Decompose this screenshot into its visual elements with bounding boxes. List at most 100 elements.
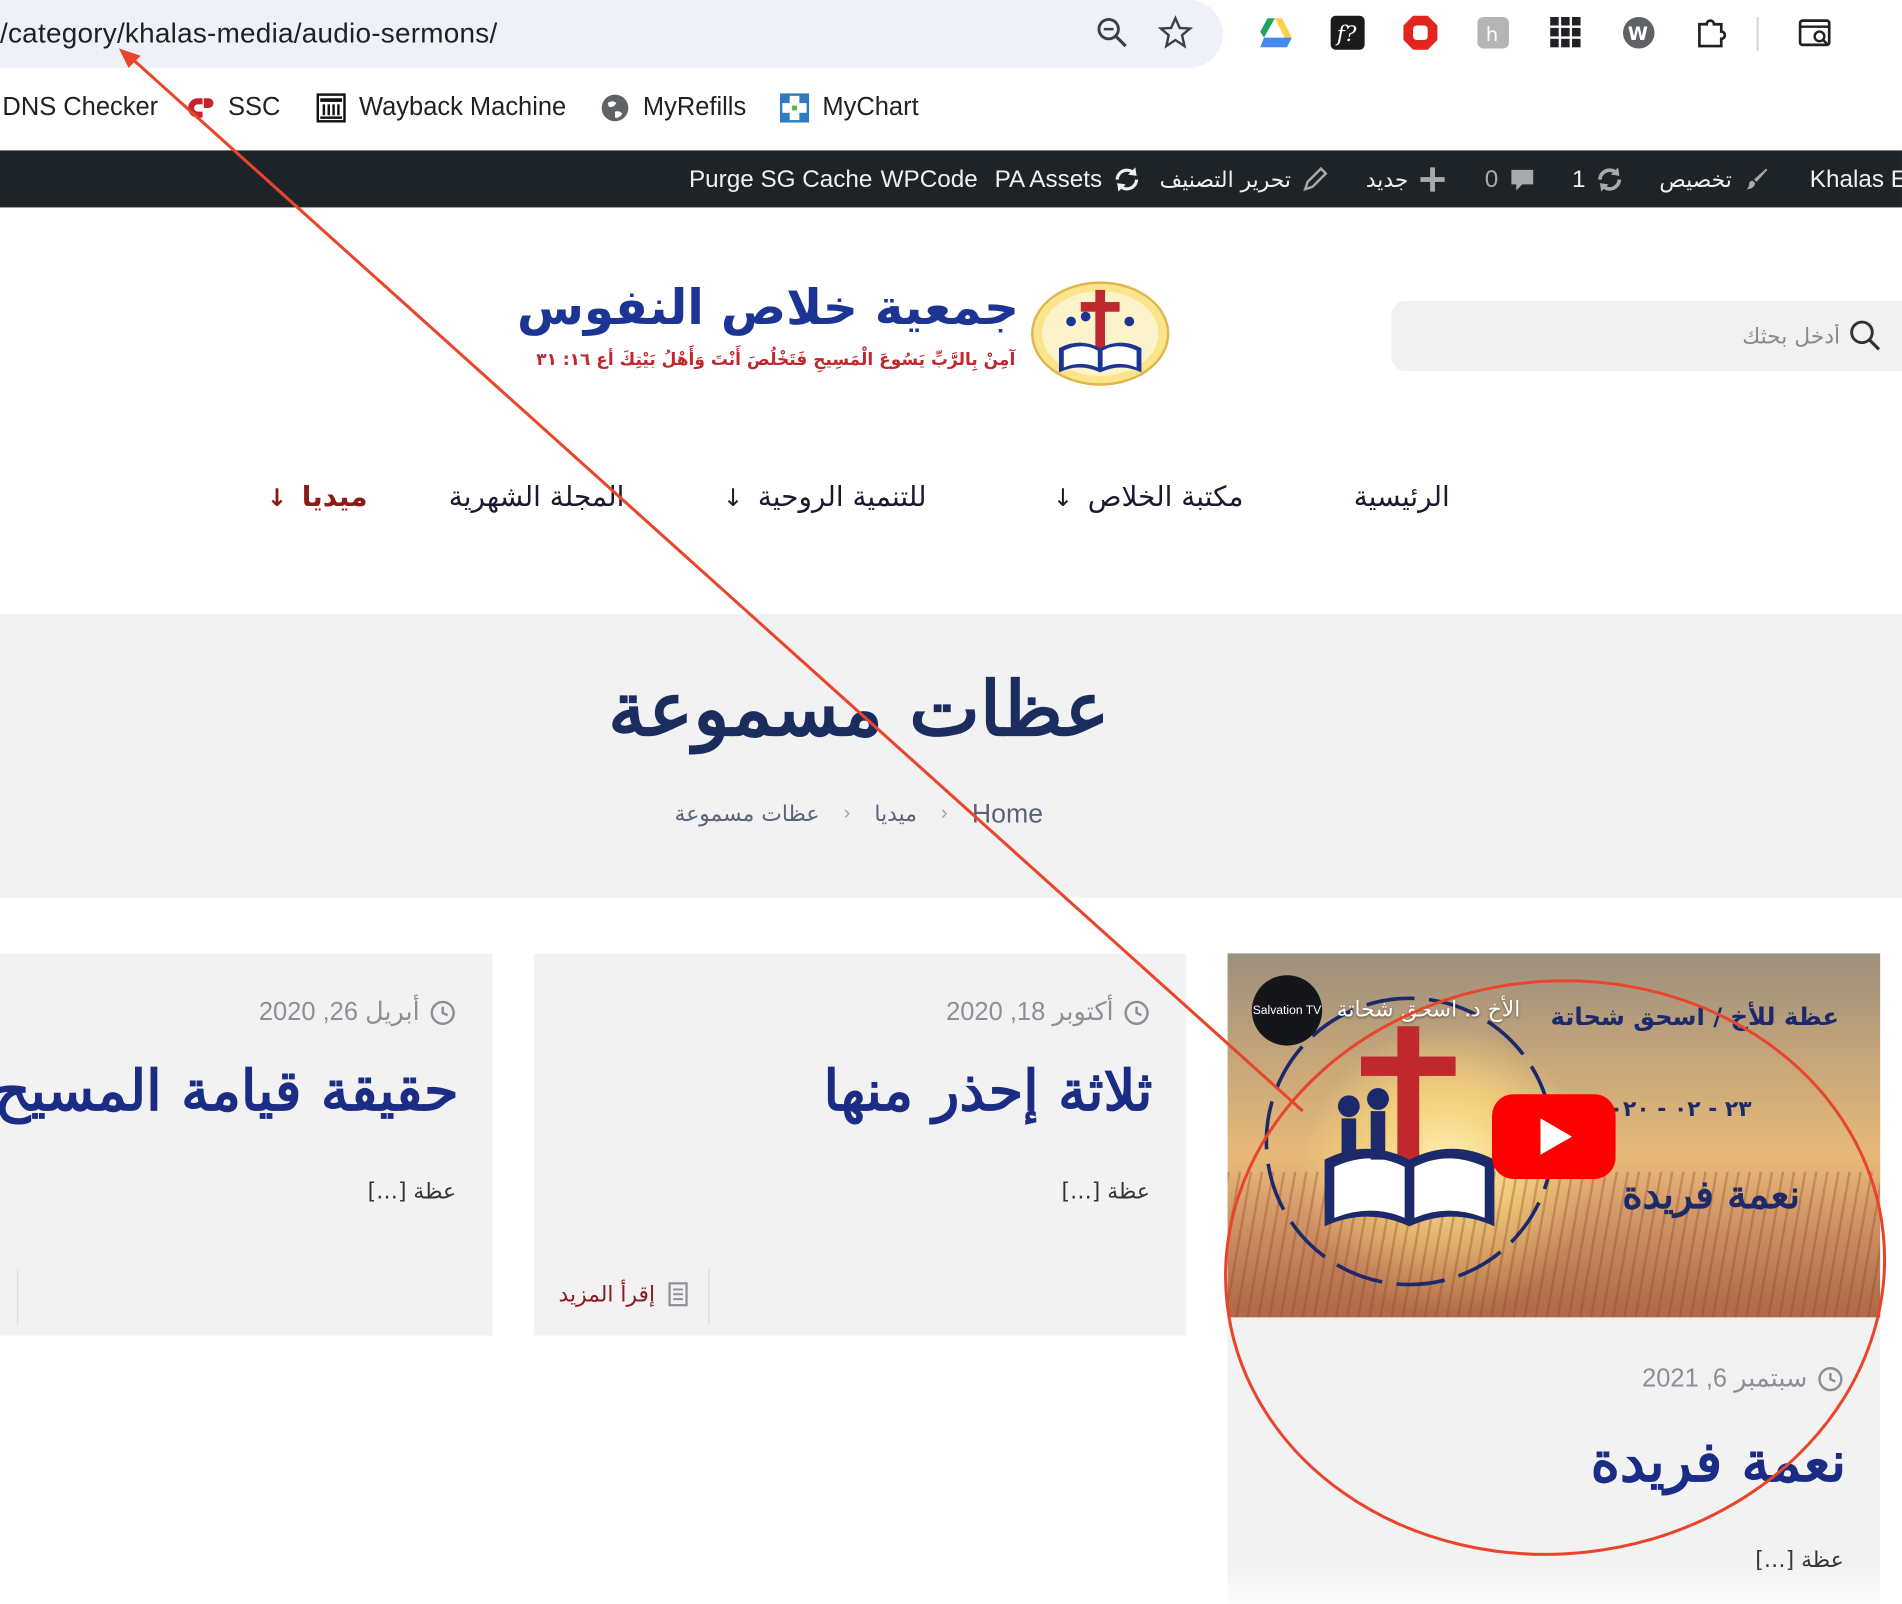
breadcrumb: عظات مسموعة › ميديا › Home — [0, 798, 1718, 830]
nav-item-home[interactable]: الرئيسية — [1354, 482, 1450, 514]
card-footer-divider — [16, 1268, 19, 1325]
bookmark-dns-checker[interactable]: DNS Checker — [2, 90, 158, 126]
plus-icon — [1420, 167, 1445, 192]
sync-icon — [1115, 167, 1138, 192]
admin-purge-cache[interactable]: Purge SG Cache — [689, 163, 872, 197]
admin-site-name[interactable]: Khalas El — [1810, 163, 1902, 197]
search-input[interactable] — [1476, 315, 1841, 357]
breadcrumb-media[interactable]: ميديا — [874, 801, 916, 826]
admin-comments[interactable]: 0 — [1485, 163, 1537, 197]
svg-text:f?: f? — [1335, 22, 1357, 47]
bookmark-wayback-machine[interactable]: Wayback Machine — [315, 90, 566, 126]
bookmark-myrefills[interactable]: MyRefills — [599, 90, 746, 126]
bookmark-label: SSC — [228, 93, 281, 122]
address-bar[interactable]: /category/khalas-media/audio-sermons/ — [0, 0, 1223, 68]
logo-subtitle: آمِنْ بِالرَّبِّ يَسُوعَ الْمَسِيحِ فَتَ… — [536, 350, 1016, 370]
breadcrumb-current: عظات مسموعة — [674, 801, 820, 827]
admin-wpcode-label: WPCode — [880, 165, 978, 193]
comment-bubble-icon — [1511, 169, 1534, 191]
refresh-icon — [1598, 167, 1622, 192]
extensions-puzzle-icon[interactable] — [1691, 12, 1732, 53]
admin-customize-label: تخصيص — [1659, 166, 1732, 193]
arrow-down-icon: ↓ — [1052, 482, 1074, 512]
bookmark-mychart[interactable]: MyChart — [779, 90, 919, 126]
svg-text:h: h — [1486, 23, 1498, 46]
site-logo[interactable]: جمعية خلاص النفوس آمِنْ بِالرَّبِّ يَسُو… — [517, 273, 1171, 394]
site-search — [1391, 300, 1902, 372]
nav-item-label: المجلة الشهرية — [448, 481, 625, 514]
wordpress-w-icon[interactable]: W — [1618, 12, 1659, 53]
nav-item-salvation-library[interactable]: مكتبة الخلاص ↓ — [1053, 482, 1244, 514]
bookmark-label: MyChart — [822, 93, 919, 122]
bookmark-label: MyRefills — [642, 93, 747, 122]
nav-item-spiritual-growth[interactable]: للتنمية الروحية ↓ — [723, 482, 927, 514]
wayback-machine-icon — [316, 93, 346, 123]
clock-icon — [1818, 1366, 1843, 1391]
screenshot-stage: /category/khalas-media/audio-sermons/ f? — [0, 0, 1902, 1604]
post-date: أكتوبر 18, 2020 — [946, 997, 1150, 1027]
browser-toolbar: /category/khalas-media/audio-sermons/ f? — [0, 0, 1902, 71]
admin-new-label: جديد — [1365, 166, 1409, 193]
admin-pa-assets[interactable]: PA Assets — [995, 163, 1141, 197]
channel-avatar[interactable]: Salvation TV — [1251, 975, 1323, 1046]
google-drive-icon[interactable] — [1254, 12, 1295, 53]
nav-item-label: مكتبة الخلاص — [1087, 481, 1244, 514]
clock-icon — [430, 1000, 455, 1025]
admin-site-name-label: Khalas El — [1809, 165, 1902, 193]
adblock-icon[interactable] — [1400, 12, 1441, 53]
post-excerpt: عظة […] — [1061, 1179, 1150, 1205]
search-icon[interactable] — [1847, 318, 1883, 354]
post-title[interactable]: نعمة فريدة — [1591, 1429, 1847, 1495]
post-title[interactable]: حقيقة قيامة المسيح — [0, 1058, 459, 1124]
bookmark-star-icon[interactable] — [1157, 15, 1194, 51]
video-channel-name[interactable]: الأخ د. اسحق شحاتة — [1337, 997, 1521, 1022]
post-date-text: أكتوبر 18, 2020 — [946, 998, 1114, 1027]
nav-item-label: الرئيسية — [1353, 481, 1450, 514]
admin-edit-category-label: تحرير التصنيف — [1159, 166, 1291, 193]
font-identifier-icon[interactable]: f? — [1327, 12, 1368, 53]
admin-new[interactable]: جديد — [1366, 163, 1447, 197]
hypothesis-icon[interactable]: h — [1473, 12, 1514, 53]
admin-customize[interactable]: تخصيص — [1659, 163, 1770, 197]
card-footer-divider — [708, 1268, 710, 1325]
logo-title: جمعية خلاص النفوس — [516, 280, 1019, 337]
zoom-icon[interactable] — [1094, 15, 1130, 51]
video-heading: عظة للأخ / اسحق شحاتة — [1550, 1001, 1839, 1032]
bookmark-label: Wayback Machine — [359, 93, 567, 122]
read-more-label: إقرأ المزيد — [558, 1281, 656, 1308]
svg-text:W: W — [1628, 24, 1648, 45]
apps-grid-icon[interactable] — [1545, 12, 1586, 53]
wp-admin-bar: Khalas El تخصيص 1 0 جديد — [0, 150, 1902, 208]
toolbar-divider — [1756, 16, 1759, 51]
video-embed[interactable]: Salvation TV الأخ د. اسحق شحاتة عظة للأخ… — [1227, 953, 1881, 1318]
clock-icon — [1124, 1000, 1149, 1025]
youtube-play-icon[interactable] — [1491, 1094, 1616, 1180]
post-date-text: سبتمبر 6, 2021 — [1642, 1364, 1808, 1393]
nav-item-label: ميديا — [301, 481, 368, 514]
admin-updates[interactable]: 1 — [1572, 163, 1624, 197]
breadcrumb-home[interactable]: Home — [972, 798, 1043, 830]
video-big-title: نعمة فريدة — [1622, 1171, 1801, 1218]
nav-item-monthly-magazine[interactable]: المجلة الشهرية — [449, 482, 625, 514]
post-date-text: أبريل 26, 2020 — [258, 998, 420, 1027]
post-title[interactable]: ثلاثة إحذر منها — [824, 1058, 1153, 1124]
arrow-down-icon: ↓ — [266, 482, 288, 512]
nav-item-media[interactable]: ميديا ↓ — [267, 482, 368, 514]
url-text[interactable]: /category/khalas-media/audio-sermons/ — [0, 17, 497, 50]
nav-item-label: للتنمية الروحية — [757, 481, 927, 514]
post-date: سبتمبر 6, 2021 — [1642, 1363, 1844, 1393]
mychart-icon — [779, 93, 810, 123]
bookmark-ssc[interactable]: SSC — [184, 90, 280, 126]
admin-edit-category[interactable]: تحرير التصنيف — [1160, 163, 1330, 197]
page-title: عظات مسموعة — [608, 664, 1110, 754]
admin-pa-assets-label: PA Assets — [994, 165, 1103, 193]
admin-wpcode[interactable]: WPCode — [881, 163, 978, 197]
tab-search-icon[interactable] — [1795, 12, 1836, 53]
page-header-band: عظات مسموعة عظات مسموعة › ميديا › Home — [0, 613, 1902, 898]
pencil-icon — [1303, 166, 1328, 192]
post-excerpt: عظة […] — [367, 1179, 457, 1205]
updates-count: 1 — [1572, 165, 1586, 193]
post-date: أبريل 26, 2020 — [259, 997, 456, 1027]
video-date: ٢٣ - ٠٢ - ٢٠٢٠ — [1596, 1096, 1752, 1123]
read-more-link[interactable]: إقرأ المزيد — [559, 1281, 692, 1308]
